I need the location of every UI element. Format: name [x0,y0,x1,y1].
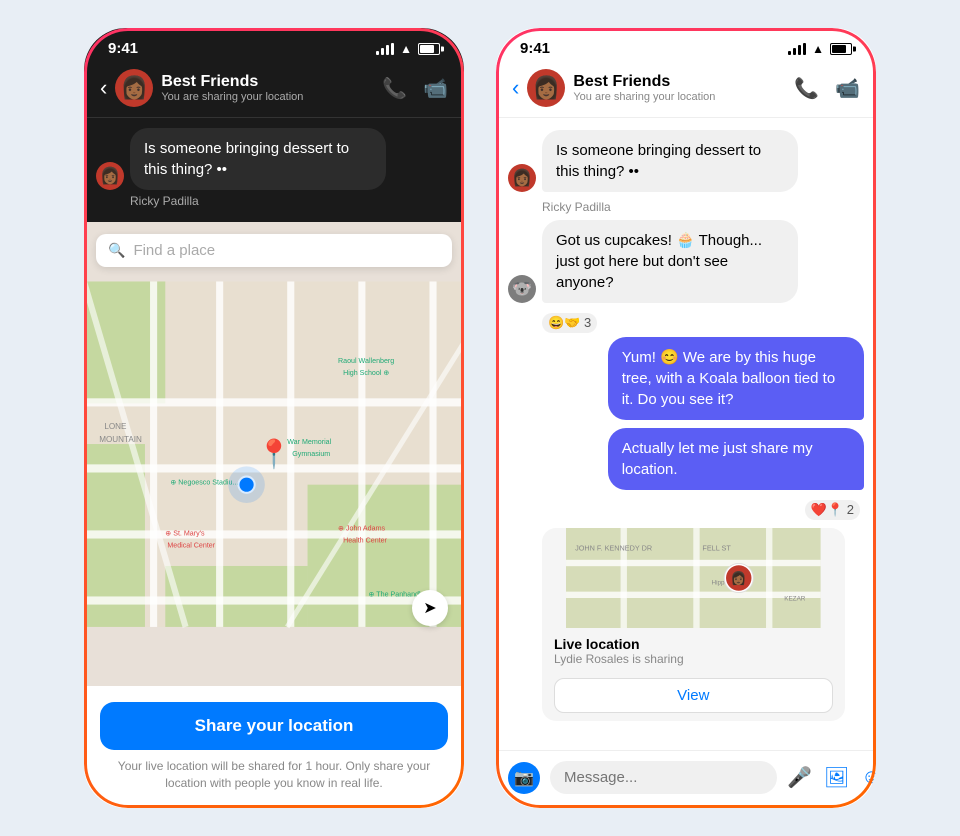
right-chat-area: 👩🏾 Is someone bringing dessert to this t… [496,118,876,808]
right-status-bar: 9:41 ▲ [496,28,876,61]
left-preview-bubble: Is someone bringing dessert to this thin… [130,128,386,190]
right-header-info: Best Friends You are sharing your locati… [573,73,786,103]
battery-right [830,43,852,55]
input-action-icons: 🎤 🖼 ☺ [787,765,876,790]
right-back-button[interactable]: ‹ [512,75,519,101]
location-title: Live location [554,636,833,652]
location-subtitle: Lydie Rosales is sharing [554,652,833,666]
left-preview-msg: 👩🏾 Is someone bringing dessert to this t… [96,128,452,190]
table-row: 🐨 Got us cupcakes! 🧁 Though... just got … [508,220,864,303]
left-search-icon: 🔍 [108,242,125,259]
svg-text:Gymnasium: Gymnasium [292,450,330,458]
left-search-text: Find a place [133,242,215,259]
svg-text:Health Center: Health Center [343,537,387,545]
location-info: Live location Lydie Rosales is sharing [542,628,845,670]
svg-text:⊕ John Adams: ⊕ John Adams [338,524,386,532]
left-map-bg: LONE MOUNTAIN ⊕ Negoesco Stadiu... War M… [84,222,464,686]
left-header-info: Best Friends You are sharing your locati… [161,73,374,103]
battery-left [418,43,440,55]
msg2-reactions: 😄🤝 3 [542,313,864,333]
left-map-container[interactable]: LONE MOUNTAIN ⊕ Negoesco Stadiu... War M… [84,222,464,686]
right-status-icons: ▲ [788,42,852,56]
msg2-reaction-badge: 😄🤝 3 [542,313,597,333]
svg-text:👩🏾: 👩🏾 [731,571,747,586]
photo-icon[interactable]: 🖼 [824,765,849,790]
right-group-avatar: 👩🏾 [527,69,565,107]
msg2-bubble: Got us cupcakes! 🧁 Though... just got he… [542,220,798,303]
left-call-icon[interactable]: 📞 [382,76,407,101]
right-input-bar: 📷 🎤 🖼 ☺ [496,750,876,808]
right-call-icon[interactable]: 📞 [794,76,819,101]
left-status-bar: 9:41 ▲ [84,28,464,61]
left-search-bar[interactable]: 🔍 Find a place [96,234,452,267]
svg-text:MOUNTAIN: MOUNTAIN [99,435,142,444]
signal-bars-right [788,43,806,55]
msg1-bubble: Is someone bringing dessert to this thin… [542,130,798,192]
signal-bars-left [376,43,394,55]
left-header-actions: 📞 📹 [382,76,448,101]
left-group-name: Best Friends [161,73,374,91]
location-map-thumb: JOHN F. KENNEDY DR FELL ST Hippie Hill K… [542,528,845,628]
svg-text:High School ⊕: High School ⊕ [343,369,389,377]
left-video-icon[interactable]: 📹 [423,76,448,101]
left-status-time: 9:41 [108,40,138,57]
msg4-bubble: Actually let me just share my location. [608,428,864,490]
right-phone: 9:41 ▲ ‹ 👩🏾 Best Friends You are s [496,28,876,808]
location-thumb-svg: JOHN F. KENNEDY DR FELL ST Hippie Hill K… [542,528,845,628]
svg-text:⊕ St. Mary's: ⊕ St. Mary's [165,529,205,537]
wifi-icon-left: ▲ [400,42,412,56]
right-messages-scroll[interactable]: 👩🏾 Is someone bringing dessert to this t… [496,118,876,750]
msg4-reaction-badge: ❤️📍 2 [805,500,860,520]
svg-text:War Memorial: War Memorial [287,438,331,446]
msg4-reactions: ❤️📍 2 [508,500,860,520]
left-back-button[interactable]: ‹ [100,75,107,101]
left-share-disclaimer: Your live location will be shared for 1 … [100,758,448,792]
share-location-button[interactable]: Share your location [100,702,448,750]
left-preview-avatar: 👩🏾 [96,162,124,190]
location-card: JOHN F. KENNEDY DR FELL ST Hippie Hill K… [542,528,845,721]
msg1-sender: Ricky Padilla [542,200,864,214]
left-chat-header: ‹ 👩🏾 Best Friends You are sharing your l… [84,61,464,118]
message-input[interactable] [550,761,777,794]
left-status-icons: ▲ [376,42,440,56]
camera-button[interactable]: 📷 [508,762,540,794]
left-share-area: Share your location Your live location w… [84,686,464,808]
svg-text:FELL ST: FELL ST [702,544,731,553]
msg3-bubble: Yum! 😊 We are by this huge tree, with a … [608,337,864,420]
right-chat-header: ‹ 👩🏾 Best Friends You are sharing your l… [496,61,876,118]
left-header-subtitle: You are sharing your location [161,91,374,103]
left-preview-sender: Ricky Padilla [130,194,452,208]
left-phone: 9:41 ▲ ‹ 👩🏾 Best Friends You are s [84,28,464,808]
right-header-actions: 📞 📹 [794,76,860,101]
right-status-time: 9:41 [520,40,550,57]
table-row: Yum! 😊 We are by this huge tree, with a … [508,337,864,420]
wifi-icon-right: ▲ [812,42,824,56]
mic-icon[interactable]: 🎤 [787,765,812,790]
svg-text:Raoul Wallenberg: Raoul Wallenberg [338,357,394,365]
table-row: Actually let me just share my location. [508,428,864,490]
svg-text:LONE: LONE [104,422,127,431]
left-group-avatar: 👩🏾 [115,69,153,107]
left-map-pin: 📍 [257,438,292,471]
svg-text:KEZAR: KEZAR [784,596,806,603]
left-chat-preview: 👩🏾 Is someone bringing dessert to this t… [84,118,464,222]
location-view-button[interactable]: View [554,678,833,713]
right-video-icon[interactable]: 📹 [835,76,860,101]
msg1-avatar: 👩🏾 [508,164,536,192]
svg-text:Medical Center: Medical Center [167,542,215,550]
table-row: 👩🏾 Is someone bringing dessert to this t… [508,130,864,192]
svg-text:JOHN F. KENNEDY DR: JOHN F. KENNEDY DR [575,544,652,553]
sticker-icon[interactable]: ☺ [861,766,876,789]
svg-text:⊕ Negoesco Stadiu...: ⊕ Negoesco Stadiu... [170,479,238,487]
msg2-avatar: 🐨 [508,275,536,303]
right-header-subtitle: You are sharing your location [573,91,786,103]
right-group-name: Best Friends [573,73,786,91]
